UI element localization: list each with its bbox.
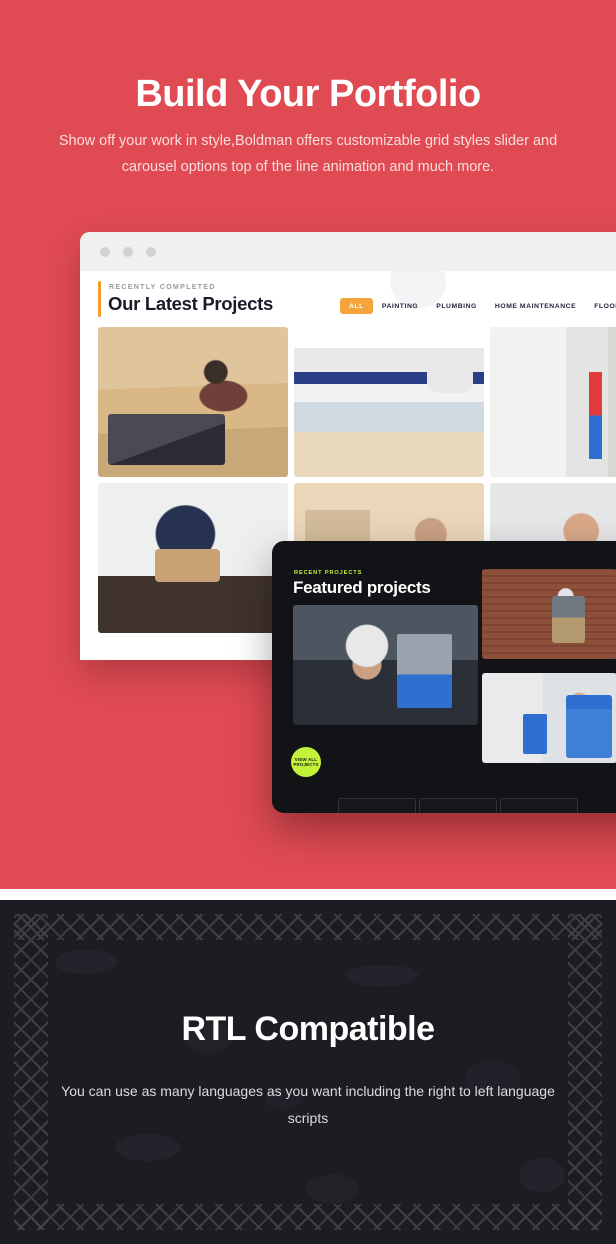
view-all-badge-line-2: PROJECTS xyxy=(293,762,319,767)
portfolio-section: Build Your Portfolio Show off your work … xyxy=(0,0,616,889)
ornamental-border-top-icon xyxy=(14,914,602,940)
portfolio-photo-countertop-repair[interactable] xyxy=(98,483,288,633)
filter-tab-plumbing[interactable]: PLUMBING xyxy=(427,298,486,314)
view-all-projects-button[interactable]: VIEW ALL PROJECTS xyxy=(291,747,321,777)
window-maximize-dot-icon[interactable] xyxy=(146,246,156,257)
featured-bottom-cards xyxy=(338,798,578,813)
window-close-dot-icon[interactable] xyxy=(100,246,110,257)
ornamental-border-left-icon xyxy=(14,914,48,1230)
rtl-subtext: You can use as many languages as you wan… xyxy=(61,1083,555,1126)
featured-eyebrow: RECENT PROJECTS xyxy=(294,570,363,576)
filter-tab-painting[interactable]: PAINTING xyxy=(373,298,427,314)
section-eyebrow: RECENTLY COMPLETED xyxy=(109,282,216,291)
ornamental-border-bottom-icon xyxy=(14,1204,602,1230)
featured-photo-water-filter-plumber[interactable] xyxy=(482,673,616,763)
portfolio-photo-kitchen-wiring[interactable] xyxy=(490,327,616,477)
page-title: Build Your Portfolio xyxy=(135,73,481,115)
featured-title: Featured projects xyxy=(293,578,431,597)
featured-bottom-card[interactable] xyxy=(419,798,497,813)
portfolio-photo-carpenter-miter-saw[interactable] xyxy=(98,327,288,477)
window-minimize-dot-icon[interactable] xyxy=(123,246,133,257)
portfolio-filter-tabs: ALL PAINTING PLUMBING HOME MAINTENANCE F… xyxy=(340,298,616,314)
ornamental-border-right-icon xyxy=(568,914,602,1230)
rtl-title: RTL Compatible xyxy=(181,1010,435,1048)
projects-header: RECENTLY COMPLETED Our Latest Projects A… xyxy=(80,271,616,327)
arabic-calligraphy-pattern-icon xyxy=(0,900,616,1244)
featured-photo-electrician-hero[interactable] xyxy=(293,605,478,725)
filter-tab-floor[interactable]: FLOOR xyxy=(585,298,616,314)
filter-tab-home-maintenance[interactable]: HOME MAINTENANCE xyxy=(486,298,585,314)
section-title: Our Latest Projects xyxy=(108,293,273,314)
portfolio-photo-ac-unit-servicing[interactable] xyxy=(294,327,484,477)
featured-bottom-card[interactable] xyxy=(338,798,416,813)
featured-photo-brick-wall-worker[interactable] xyxy=(482,569,616,659)
portfolio-subtext: Show off your work in style,Boldman offe… xyxy=(58,133,558,175)
photo-row xyxy=(98,327,616,477)
rtl-section xyxy=(0,900,616,1244)
filter-tab-all[interactable]: ALL xyxy=(340,298,373,314)
featured-projects-panel: RECENT PROJECTS Featured projects VIEW A… xyxy=(272,541,616,813)
heading-accent-bar xyxy=(98,281,101,317)
browser-titlebar xyxy=(80,232,616,271)
featured-bottom-card[interactable] xyxy=(500,798,578,813)
